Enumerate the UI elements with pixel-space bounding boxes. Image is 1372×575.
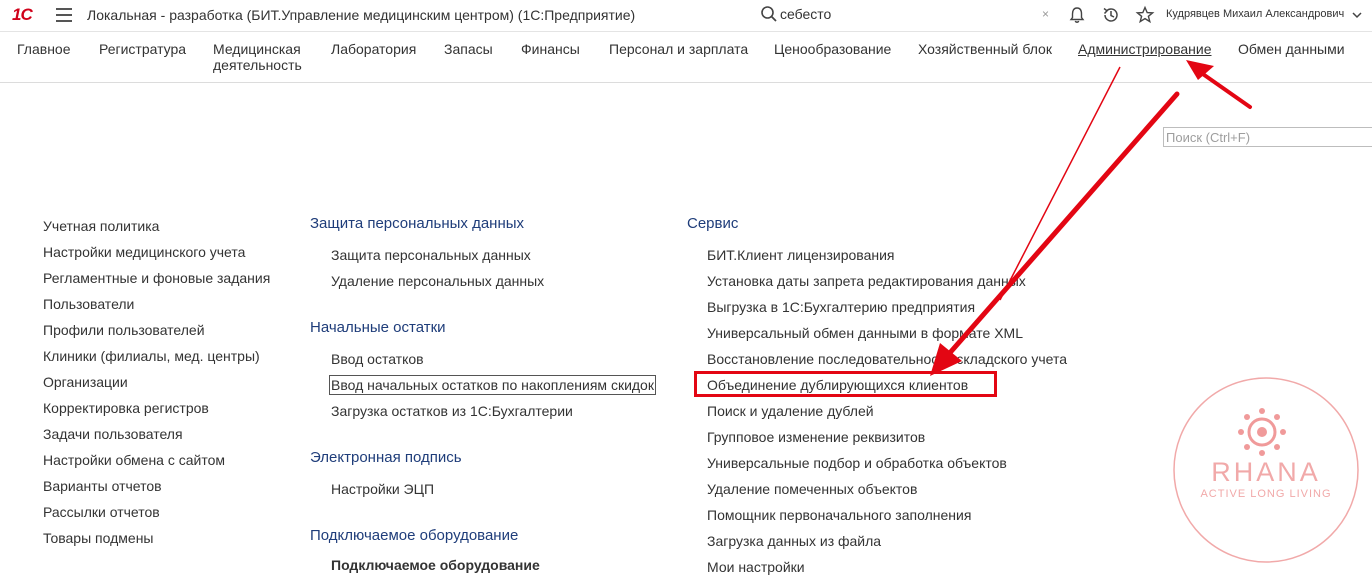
link-medical-settings[interactable]: Настройки медицинского учета <box>43 244 245 260</box>
section-main[interactable]: Главное <box>17 41 71 57</box>
link-clinics[interactable]: Клиники (филиалы, мед. центры) <box>43 348 260 364</box>
link-personal-data-deletion[interactable]: Удаление персональных данных <box>331 273 544 289</box>
section-administration[interactable]: Администрирование <box>1078 41 1212 57</box>
watermark-tagline: ACTIVE LONG LIVING <box>1200 488 1331 500</box>
group-title-digital-signature: Электронная подпись <box>310 449 462 466</box>
global-search[interactable]: себесто × <box>760 5 1060 25</box>
sections-panel: Главное Регистратура Медицинская деятель… <box>0 32 1372 83</box>
watermark-brand: RHANA <box>1211 457 1321 487</box>
bell-icon[interactable] <box>1067 5 1087 25</box>
link-delete-marked[interactable]: Удаление помеченных объектов <box>707 481 917 497</box>
link-load-from-file[interactable]: Загрузка данных из файла <box>707 533 881 549</box>
top-bar: 1С Локальная - разработка (БИТ.Управлени… <box>0 0 1372 32</box>
app-logo: 1С <box>12 5 33 24</box>
link-group-attribute-change[interactable]: Групповое изменение реквизитов <box>707 429 925 445</box>
link-eds-settings[interactable]: Настройки ЭЦП <box>331 481 434 497</box>
link-xml-exchange[interactable]: Универсальный обмен данными в формате XM… <box>707 325 1023 341</box>
link-load-balances-1c[interactable]: Загрузка остатков из 1С:Бухгалтерии <box>331 403 573 419</box>
section-pricing[interactable]: Ценообразование <box>774 41 891 57</box>
link-universal-processing[interactable]: Универсальные подбор и обработка объекто… <box>707 455 1007 471</box>
current-user[interactable]: Кудрявцев Михаил Александрович <box>1166 8 1344 20</box>
group-title-connected-equipment: Подключаемое оборудование <box>310 527 519 544</box>
section-stock[interactable]: Запасы <box>444 41 493 57</box>
section-data-exchange[interactable]: Обмен данными <box>1238 41 1345 57</box>
clear-search-button[interactable]: × <box>1042 7 1049 21</box>
section-registry[interactable]: Регистратура <box>99 41 186 57</box>
link-find-remove-duplicates[interactable]: Поиск и удаление дублей <box>707 403 874 419</box>
highlight-frame <box>694 371 997 397</box>
link-report-variants[interactable]: Варианты отчетов <box>43 478 162 494</box>
global-search-input[interactable]: себесто <box>780 6 831 22</box>
section-medical[interactable]: Медицинская деятельность <box>213 41 313 73</box>
link-personal-data-protection[interactable]: Защита персональных данных <box>331 247 531 263</box>
link-register-correction[interactable]: Корректировка регистров <box>43 400 209 416</box>
chevron-down-icon[interactable] <box>1351 9 1363 21</box>
link-site-exchange-settings[interactable]: Настройки обмена с сайтом <box>43 452 225 468</box>
arrow-guide-line <box>999 66 1121 301</box>
link-discount-balances[interactable]: Ввод начальных остатков по накоплениям с… <box>329 375 656 395</box>
link-user-profiles[interactable]: Профили пользователей <box>43 322 205 338</box>
group-title-personal-data: Защита персональных данных <box>310 215 525 232</box>
section-laboratory[interactable]: Лаборатория <box>331 41 416 57</box>
link-connected-equipment[interactable]: Подключаемое оборудование <box>331 557 540 573</box>
group-title-opening-balances: Начальные остатки <box>310 319 446 336</box>
link-initial-fill-wizard[interactable]: Помощник первоначального заполнения <box>707 507 971 523</box>
app-title: Локальная - разработка (БИТ.Управление м… <box>87 7 636 23</box>
history-icon[interactable] <box>1101 5 1121 25</box>
link-edit-ban-date[interactable]: Установка даты запрета редактирования да… <box>707 273 1026 289</box>
link-replacement-goods[interactable]: Товары подмены <box>43 530 153 546</box>
link-export-1c-accounting[interactable]: Выгрузка в 1С:Бухгалтерию предприятия <box>707 299 975 315</box>
link-accounting-policy[interactable]: Учетная политика <box>43 218 159 234</box>
section-finance[interactable]: Финансы <box>521 41 580 57</box>
arrow-to-item-shaft <box>945 91 1180 358</box>
link-scheduled-jobs[interactable]: Регламентные и фоновые задания <box>43 270 270 286</box>
group-title-service: Сервис <box>687 215 739 232</box>
search-icon <box>761 6 777 22</box>
main-menu-icon[interactable] <box>56 8 72 22</box>
form-search-placeholder: Поиск (Ctrl+F) <box>1166 130 1251 145</box>
virus-logo-icon <box>1238 408 1286 456</box>
section-personnel[interactable]: Персонал и зарплата <box>609 41 748 57</box>
link-enter-balances[interactable]: Ввод остатков <box>331 351 424 367</box>
link-report-mailings[interactable]: Рассылки отчетов <box>43 504 160 520</box>
link-users[interactable]: Пользователи <box>43 296 134 312</box>
favorites-star-icon[interactable] <box>1135 5 1155 25</box>
link-bit-licensing[interactable]: БИТ.Клиент лицензирования <box>707 247 894 263</box>
link-my-settings[interactable]: Мои настройки <box>707 559 805 575</box>
section-household[interactable]: Хозяйственный блок <box>918 41 1052 57</box>
link-organizations[interactable]: Организации <box>43 374 128 390</box>
rhana-watermark: RHANA ACTIVE LONG LIVING <box>1173 377 1359 563</box>
form-search-field[interactable]: Поиск (Ctrl+F) <box>1163 127 1372 147</box>
link-restore-sequence[interactable]: Восстановление последовательности складс… <box>707 351 1067 367</box>
link-user-tasks[interactable]: Задачи пользователя <box>43 426 183 442</box>
